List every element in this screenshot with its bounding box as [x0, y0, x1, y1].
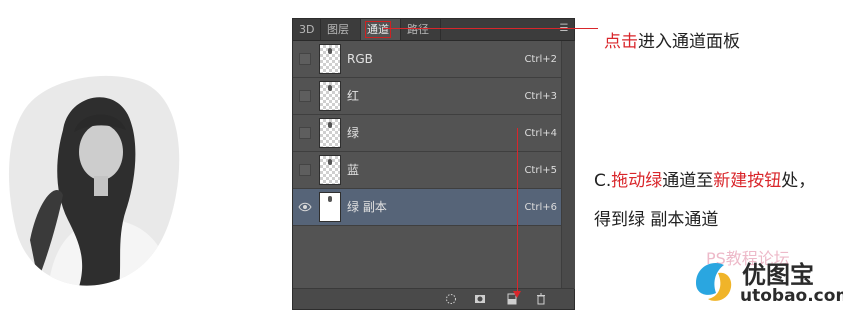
panel-scrollbar[interactable]	[561, 41, 575, 289]
visibility-toggle[interactable]	[299, 90, 311, 102]
annotation-step-drag: C.拖动绿通道至新建按钮处，	[594, 171, 816, 191]
panel-bottom-bar	[293, 288, 574, 309]
annotation-line-drag	[517, 128, 518, 296]
channel-shortcut: Ctrl+3	[524, 91, 557, 102]
panel-tab-bar: 3D 图层 通道 路径 ☰	[293, 19, 574, 41]
visibility-toggle[interactable]	[299, 127, 311, 139]
visibility-toggle[interactable]	[299, 53, 311, 65]
annotation-arrow-icon	[513, 291, 521, 298]
watermark-domain: utobao.com	[740, 286, 843, 306]
channel-row-green-copy[interactable]: 绿 副本 Ctrl+6	[293, 189, 561, 226]
channel-thumbnail	[319, 118, 341, 148]
delete-channel-icon[interactable]	[535, 293, 547, 305]
channel-name: 绿	[347, 126, 360, 140]
tab-3d[interactable]: 3D	[293, 19, 321, 40]
panel-menu-icon[interactable]: ☰	[558, 23, 570, 35]
channel-row-rgb[interactable]: RGB Ctrl+2	[293, 41, 561, 78]
channel-name: 红	[347, 89, 360, 103]
portrait-photo	[8, 70, 183, 290]
channels-panel: 3D 图层 通道 路径 ☰ RGB Ctrl+2 红 Ctrl+3 绿 Ctrl…	[292, 18, 575, 310]
channel-name: RGB	[347, 52, 373, 66]
channel-row-red[interactable]: 红 Ctrl+3	[293, 78, 561, 115]
annotation-line-tab	[383, 28, 598, 29]
channel-shortcut: Ctrl+2	[524, 54, 557, 65]
channel-row-green[interactable]: 绿 Ctrl+4	[293, 115, 561, 152]
load-selection-icon[interactable]	[445, 293, 457, 305]
annotation-result: 得到绿 副本通道	[594, 210, 719, 230]
channel-shortcut: Ctrl+6	[524, 202, 557, 213]
channel-name: 绿 副本	[347, 200, 387, 214]
channel-thumbnail	[319, 81, 341, 111]
tab-layers[interactable]: 图层	[321, 19, 361, 40]
channel-name: 蓝	[347, 163, 360, 177]
channel-thumbnail	[319, 155, 341, 185]
eye-icon	[298, 202, 312, 212]
channel-shortcut: Ctrl+5	[524, 165, 557, 176]
tab-paths[interactable]: 路径	[401, 19, 441, 40]
annotation-step-click: 点击进入通道面板	[604, 32, 740, 52]
watermark-brand: 优图宝	[742, 261, 814, 289]
visibility-toggle[interactable]	[299, 164, 311, 176]
save-selection-icon[interactable]	[474, 293, 486, 305]
channel-thumbnail	[319, 44, 341, 74]
channel-row-blue[interactable]: 蓝 Ctrl+5	[293, 152, 561, 189]
visibility-toggle[interactable]	[298, 201, 312, 213]
channel-list: RGB Ctrl+2 红 Ctrl+3 绿 Ctrl+4 蓝 Ctrl+5 绿 …	[293, 41, 561, 226]
tab-channels[interactable]: 通道	[361, 19, 401, 40]
channel-thumbnail	[319, 192, 341, 222]
channel-shortcut: Ctrl+4	[524, 128, 557, 139]
